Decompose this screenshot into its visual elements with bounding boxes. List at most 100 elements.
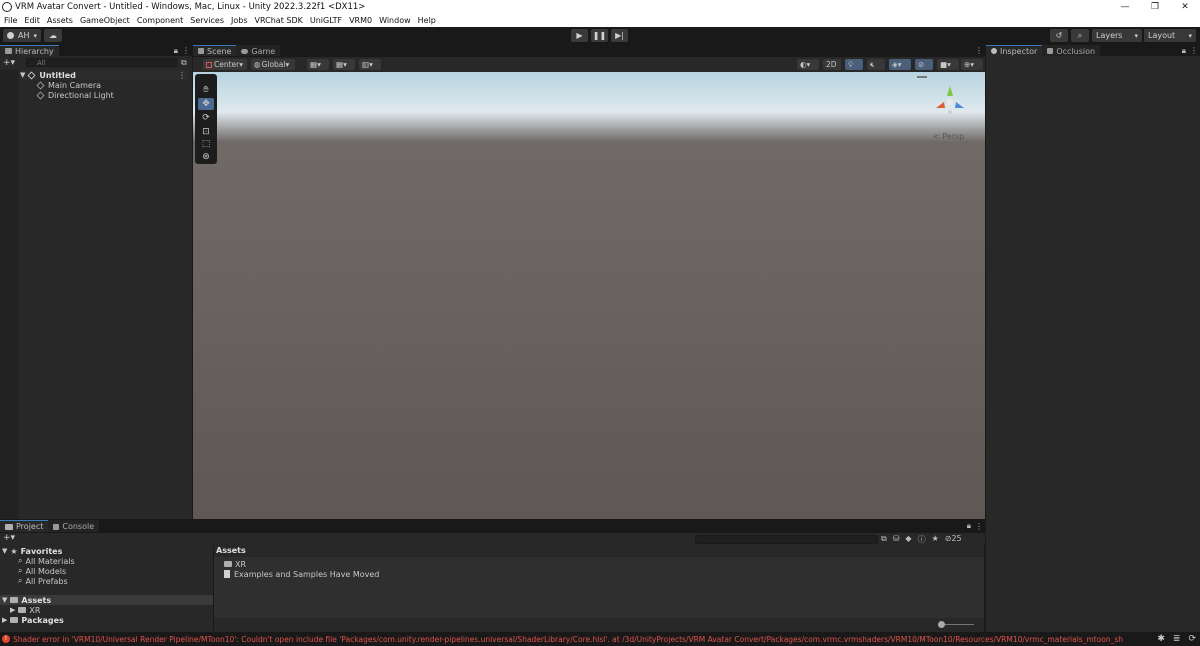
- gizmos-dropdown[interactable]: ⊕▾: [961, 59, 983, 70]
- search-button[interactable]: ⌕: [1071, 29, 1089, 42]
- more-icon[interactable]: ⋮: [1190, 46, 1198, 55]
- icon-size-slider-track[interactable]: [942, 624, 974, 625]
- align-dropdown[interactable]: ▥▾: [359, 59, 381, 70]
- lock-icon[interactable]: 🔒︎: [174, 46, 178, 56]
- assets-folder-row[interactable]: ▼ Assets: [0, 595, 213, 605]
- menu-vrm0[interactable]: VRM0: [349, 16, 372, 25]
- lock-icon[interactable]: 🔒︎: [1182, 46, 1186, 56]
- neg-y-handle[interactable]: [948, 110, 952, 114]
- tab-occlusion[interactable]: Occlusion: [1042, 45, 1101, 56]
- toggle-2d-button[interactable]: 2D: [823, 59, 841, 70]
- content-item-xr[interactable]: XR: [224, 559, 246, 569]
- expand-arrow-icon[interactable]: ▼: [2, 547, 7, 555]
- add-object-button[interactable]: +▾: [3, 58, 15, 68]
- expand-arrow-icon[interactable]: ▼: [2, 596, 7, 604]
- packages-row[interactable]: ▶ Packages: [2, 615, 64, 625]
- transform-tool[interactable]: ⊛: [198, 151, 214, 163]
- z-axis-cone[interactable]: [955, 102, 964, 108]
- more-icon[interactable]: ⋮: [975, 46, 983, 55]
- cloud-button[interactable]: ☁: [44, 29, 62, 42]
- more-icon[interactable]: ⋮: [975, 522, 983, 531]
- hidden-objects-toggle[interactable]: ⊘: [915, 59, 933, 70]
- center-cube[interactable]: [947, 99, 953, 105]
- search-by-type-icon[interactable]: ⧉: [881, 534, 887, 545]
- maximize-button[interactable]: ❐: [1140, 0, 1170, 14]
- orientation-gizmo[interactable]: [930, 82, 970, 122]
- menu-window[interactable]: Window: [379, 16, 411, 25]
- menu-jobs[interactable]: Jobs: [231, 16, 248, 25]
- assets-xr-row[interactable]: ▶ XR: [10, 605, 40, 615]
- gizmo-drag-handle[interactable]: [917, 76, 927, 78]
- content-breadcrumb[interactable]: Assets: [216, 546, 246, 555]
- expand-arrow-icon[interactable]: ▼: [20, 71, 25, 79]
- tab-game[interactable]: Game: [236, 45, 281, 56]
- hierarchy-search-input[interactable]: All: [26, 58, 177, 67]
- step-button[interactable]: ▶|: [611, 29, 628, 42]
- favorite-star-icon[interactable]: ★: [932, 534, 939, 545]
- hierarchy-item-directional-light[interactable]: Directional Light: [36, 90, 114, 100]
- tab-scene[interactable]: Scene: [193, 45, 237, 56]
- project-split-divider[interactable]: [213, 545, 214, 632]
- stack-icon[interactable]: ≣: [1173, 634, 1181, 644]
- draw-mode-dropdown[interactable]: ◐▾: [797, 59, 819, 70]
- hidden-packages-toggle[interactable]: ⊘25: [945, 534, 962, 545]
- menu-edit[interactable]: Edit: [24, 16, 40, 25]
- tab-inspector[interactable]: Inspector: [986, 45, 1043, 56]
- menu-assets[interactable]: Assets: [47, 16, 73, 25]
- lock-icon[interactable]: 🔒︎: [967, 521, 971, 531]
- menu-help[interactable]: Help: [418, 16, 436, 25]
- console-error-message[interactable]: Shader error in 'VRM10/Universal Render …: [13, 635, 1123, 644]
- tag-icon[interactable]: ◆: [905, 534, 911, 545]
- menu-file[interactable]: File: [4, 16, 17, 25]
- play-button[interactable]: ▶: [571, 29, 588, 42]
- info-filter-icon[interactable]: ⓘ: [918, 534, 926, 545]
- move-tool[interactable]: ✥: [198, 98, 214, 110]
- layers-dropdown[interactable]: Layers: [1092, 29, 1142, 42]
- scene-options-icon[interactable]: ⧉: [181, 58, 187, 68]
- layout-dropdown[interactable]: Layout: [1144, 29, 1196, 42]
- menu-services[interactable]: Services: [190, 16, 224, 25]
- favorites-row[interactable]: ▼ ★ Favorites: [2, 546, 62, 556]
- scene-viewport[interactable]: [193, 72, 985, 519]
- tab-project[interactable]: Project: [0, 520, 49, 532]
- undo-history-button[interactable]: ↺: [1050, 29, 1068, 42]
- hierarchy-scene-row[interactable]: ▼ Untitled ⋮: [20, 70, 188, 80]
- hand-tool[interactable]: ✋︎: [198, 84, 214, 96]
- search-by-label-icon[interactable]: ⛁: [893, 534, 900, 545]
- menu-vrchat-sdk[interactable]: VRChat SDK: [255, 16, 303, 25]
- close-button[interactable]: ✕: [1170, 0, 1200, 14]
- rotate-tool[interactable]: ⟳: [198, 112, 214, 124]
- content-item-examples[interactable]: Examples and Samples Have Moved: [224, 569, 379, 579]
- minimize-button[interactable]: —: [1110, 0, 1140, 14]
- pause-button[interactable]: ❚❚: [591, 29, 608, 42]
- icon-size-slider-handle[interactable]: [938, 621, 945, 628]
- create-asset-button[interactable]: +▾: [3, 533, 15, 543]
- bug-icon[interactable]: ✱: [1157, 634, 1165, 644]
- scale-tool[interactable]: ⊡: [198, 126, 214, 138]
- effects-dropdown[interactable]: ◈▾: [889, 59, 911, 70]
- project-search-input[interactable]: [695, 535, 878, 544]
- menu-gameobject[interactable]: GameObject: [80, 16, 130, 25]
- refresh-icon[interactable]: ⟳: [1188, 634, 1196, 644]
- account-dropdown[interactable]: AH: [3, 29, 41, 42]
- favorite-all-materials[interactable]: ⌕ All Materials: [18, 556, 75, 566]
- scene-menu-icon[interactable]: ⋮: [178, 71, 186, 80]
- favorite-all-models[interactable]: ⌕ All Models: [18, 566, 66, 576]
- tab-hierarchy[interactable]: Hierarchy: [0, 45, 59, 56]
- audio-toggle[interactable]: 🔇︎: [867, 59, 885, 70]
- pivot-dropdown[interactable]: Center ▾: [203, 59, 247, 70]
- menu-component[interactable]: Component: [137, 16, 183, 25]
- snap-increment-dropdown[interactable]: ▦▾: [333, 59, 355, 70]
- grid-snap-dropdown[interactable]: ▦▾: [307, 59, 329, 70]
- menu-unigltf[interactable]: UniGLTF: [310, 16, 342, 25]
- camera-dropdown[interactable]: ■▾: [937, 59, 959, 70]
- space-dropdown[interactable]: ◍ Global ▾: [251, 59, 295, 70]
- collapse-arrow-icon[interactable]: ▶: [2, 616, 7, 624]
- hierarchy-item-main-camera[interactable]: Main Camera: [36, 80, 101, 90]
- perspective-label[interactable]: < Persp: [933, 132, 964, 141]
- collapse-arrow-icon[interactable]: ▶: [10, 606, 15, 614]
- more-icon[interactable]: ⋮: [182, 46, 190, 55]
- tab-console[interactable]: Console: [48, 520, 100, 532]
- favorite-all-prefabs[interactable]: ⌕ All Prefabs: [18, 576, 68, 586]
- rect-tool[interactable]: ⬚: [198, 138, 214, 150]
